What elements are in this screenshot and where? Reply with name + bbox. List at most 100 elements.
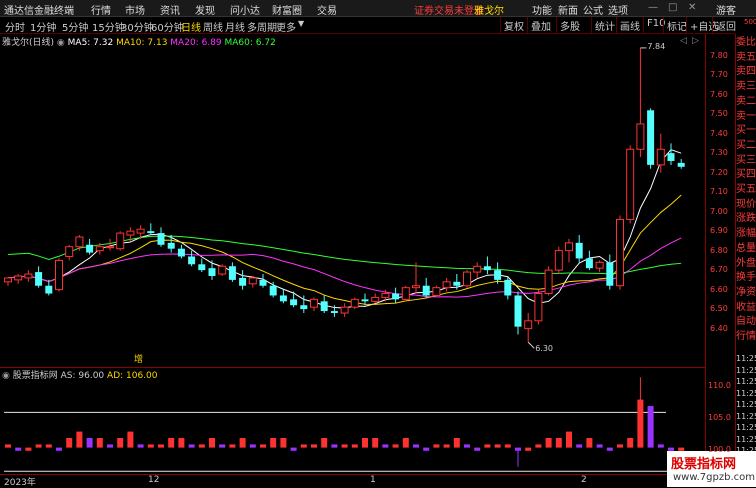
menu-xinmian[interactable]: 新面 bbox=[558, 2, 578, 17]
as-bar bbox=[270, 438, 277, 448]
menu-hangqing[interactable]: 行情 bbox=[91, 2, 111, 17]
as-bar bbox=[229, 444, 236, 448]
as-bar bbox=[474, 447, 481, 451]
more-chevron-icon[interactable]: ▼ bbox=[298, 19, 304, 28]
price-tick: 7.60 bbox=[710, 89, 728, 99]
watermark-title: 股票指标网 bbox=[671, 457, 737, 472]
price-tick: 6.90 bbox=[710, 226, 728, 236]
as-bar bbox=[311, 444, 317, 448]
candle-body bbox=[554, 250, 563, 271]
candle-body bbox=[340, 306, 349, 314]
close-icon[interactable]: ✕ bbox=[688, 2, 696, 13]
menu-caifuquan[interactable]: 财富圈 bbox=[272, 2, 302, 17]
candle-body bbox=[565, 242, 573, 252]
candle-body bbox=[75, 236, 84, 248]
period-more[interactable]: 更多 bbox=[276, 19, 296, 34]
as-bar bbox=[290, 447, 297, 451]
as-bar bbox=[260, 444, 266, 448]
stats-button[interactable]: 统计 bbox=[591, 17, 618, 33]
period-daily[interactable]: 日线 bbox=[181, 19, 201, 34]
side-label[interactable]: 自动 bbox=[736, 315, 756, 329]
as-bar bbox=[249, 444, 256, 448]
as-bar bbox=[402, 438, 409, 448]
indicator-tick: 110.0 bbox=[708, 380, 731, 390]
minimize-icon[interactable]: — bbox=[648, 2, 658, 13]
back-button[interactable]: 返回 bbox=[712, 17, 739, 33]
menu-faxian[interactable]: 发现 bbox=[195, 2, 215, 17]
as-bar bbox=[627, 438, 634, 448]
period-fenshi[interactable]: 分时 bbox=[5, 19, 25, 34]
draw-line-button[interactable]: 画线 bbox=[616, 17, 643, 33]
as-bar bbox=[586, 438, 593, 448]
as-bar bbox=[66, 438, 73, 448]
candlestick-chart[interactable] bbox=[0, 34, 705, 366]
period-monthly[interactable]: 月线 bbox=[225, 19, 245, 34]
candle-body bbox=[45, 285, 53, 294]
period-5min[interactable]: 5分钟 bbox=[62, 19, 88, 34]
menu-jiaoyi[interactable]: 交易 bbox=[317, 2, 337, 17]
candle-body bbox=[106, 246, 114, 249]
menu-gongshi[interactable]: 公式 bbox=[583, 2, 603, 17]
candle-body bbox=[361, 299, 369, 302]
as-bar bbox=[137, 444, 144, 448]
as-bar bbox=[5, 444, 11, 448]
candle-body bbox=[310, 298, 318, 308]
price-tick: 7.10 bbox=[710, 187, 728, 197]
as-bar bbox=[443, 444, 450, 448]
candle-body bbox=[453, 281, 461, 286]
as-bar bbox=[147, 444, 154, 448]
candle-body bbox=[626, 148, 635, 220]
candle-body bbox=[350, 298, 359, 308]
as-bar bbox=[239, 438, 246, 448]
menu-wenxiaoda[interactable]: 问小达 bbox=[230, 2, 260, 17]
as-bar bbox=[484, 444, 491, 448]
as-bar bbox=[525, 447, 532, 451]
multi-stock-button[interactable]: 多股 bbox=[556, 17, 583, 33]
candle-body bbox=[636, 123, 645, 150]
side-label: 买五 bbox=[736, 184, 756, 195]
as-bar bbox=[117, 438, 124, 448]
as-bar bbox=[321, 438, 328, 448]
overlay-button[interactable]: 叠加 bbox=[527, 17, 554, 33]
fuquan-button[interactable]: 复权 bbox=[500, 17, 527, 33]
as-bar bbox=[372, 438, 379, 448]
period-60min[interactable]: 60分钟 bbox=[151, 19, 184, 34]
candle-body bbox=[422, 285, 430, 296]
candle-body bbox=[126, 230, 135, 236]
x-tick-1: 1 bbox=[370, 475, 376, 485]
menu-xuanxiang[interactable]: 选项 bbox=[608, 2, 628, 17]
period-1min[interactable]: 1分钟 bbox=[30, 19, 56, 34]
candle-body bbox=[14, 275, 23, 281]
candle-body bbox=[616, 218, 624, 287]
as-bar bbox=[209, 438, 215, 448]
as-bar bbox=[413, 444, 419, 448]
candle-body bbox=[494, 270, 502, 280]
period-30min[interactable]: 30分钟 bbox=[121, 19, 154, 34]
candle-body bbox=[677, 162, 685, 167]
as-bar bbox=[545, 438, 552, 448]
as-bar bbox=[280, 438, 287, 448]
side-label[interactable]: 行情 bbox=[736, 330, 756, 344]
period-15min[interactable]: 15分钟 bbox=[92, 19, 125, 34]
menu-gongneng[interactable]: 功能 bbox=[532, 2, 552, 17]
menu-shichang[interactable]: 市场 bbox=[125, 2, 145, 17]
price-tick: 7.00 bbox=[710, 206, 728, 216]
guest-label[interactable]: 游客 bbox=[716, 2, 736, 17]
event-marker[interactable]: 增 bbox=[134, 352, 143, 365]
as-bar bbox=[606, 447, 613, 451]
candle-body bbox=[136, 228, 145, 234]
period-multi[interactable]: 多周期 bbox=[247, 19, 277, 34]
candle-body bbox=[167, 242, 175, 249]
maximize-icon[interactable]: □ bbox=[668, 2, 677, 13]
period-weekly[interactable]: 周线 bbox=[203, 19, 223, 34]
x-tick-2023: 2023年 bbox=[4, 478, 36, 488]
candle-body bbox=[269, 285, 277, 296]
side-label: 净资 bbox=[736, 286, 756, 298]
candle-body bbox=[595, 261, 604, 269]
time-axis bbox=[0, 474, 735, 488]
side-label: 委比 bbox=[736, 37, 756, 48]
indicator-chart[interactable] bbox=[0, 367, 705, 474]
as-bar bbox=[423, 447, 430, 451]
menu-zixun[interactable]: 资讯 bbox=[160, 2, 180, 17]
as-bar bbox=[341, 444, 348, 448]
